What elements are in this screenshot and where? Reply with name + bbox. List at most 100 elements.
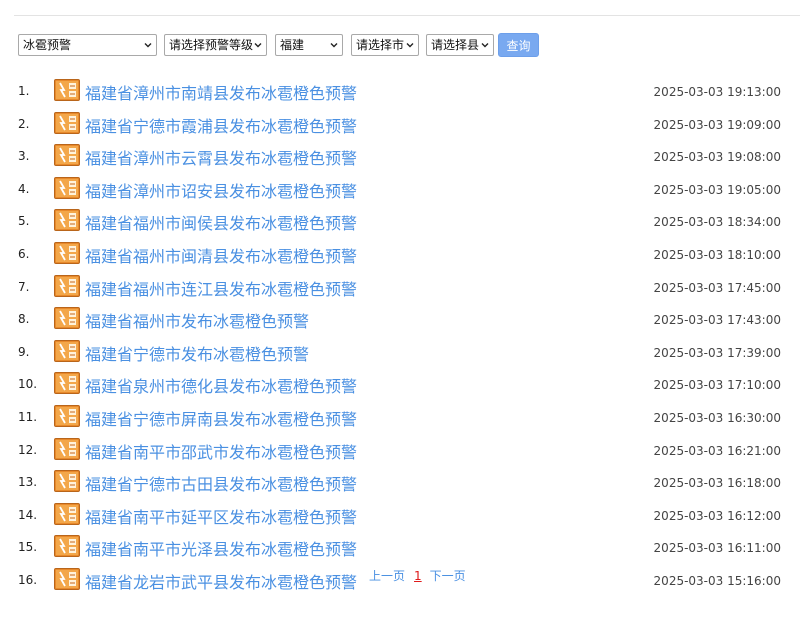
- orange-warning-icon: [54, 307, 80, 330]
- orange-warning-icon: [54, 144, 80, 167]
- alert-time: 2025-03-03 16:30:00: [653, 411, 781, 425]
- warning-type-value: 冰雹预警: [23, 38, 72, 52]
- orange-warning-icon: [54, 372, 80, 395]
- item-index: 7.: [18, 279, 30, 294]
- list-item: 9. 福建省宁德市发布冰雹橙色预警 2025-03-03 17:39:00: [0, 337, 800, 370]
- alert-title-link[interactable]: 福建省福州市连江县发布冰雹橙色预警: [85, 276, 357, 300]
- item-index: 11.: [18, 410, 38, 424]
- list-item: 7. 福建省福州市连江县发布冰雹橙色预警 2025-03-03 17:45:00: [0, 272, 800, 305]
- chevron-down-icon: [481, 43, 489, 48]
- item-index: 1.: [18, 84, 30, 98]
- alert-time: 2025-03-03 17:43:00: [653, 313, 781, 328]
- chevron-down-icon: [406, 43, 414, 48]
- alert-time: 2025-03-03 18:34:00: [653, 215, 781, 230]
- item-index: 9.: [18, 344, 30, 359]
- alert-time: 2025-03-03 19:05:00: [653, 182, 781, 197]
- alert-time: 2025-03-03 19:13:00: [653, 85, 781, 99]
- city-value: 请选择市: [356, 38, 405, 52]
- orange-warning-icon: [54, 535, 80, 558]
- orange-warning-icon: [54, 111, 80, 134]
- alert-time: 2025-03-03 15:16:00: [653, 574, 781, 588]
- warning-level-select[interactable]: 请选择预警等级: [164, 34, 267, 56]
- alert-title-link[interactable]: 福建省漳州市云霄县发布冰雹橙色预警: [85, 145, 357, 169]
- county-value: 请选择县: [431, 38, 480, 52]
- orange-warning-icon: [54, 502, 80, 525]
- list-item: 5. 福建省福州市闽侯县发布冰雹橙色预警 2025-03-03 18:34:00: [0, 206, 800, 239]
- alert-time: 2025-03-03 19:09:00: [653, 117, 781, 132]
- item-index: 6.: [18, 247, 30, 261]
- alert-time: 2025-03-03 16:12:00: [653, 508, 781, 523]
- list-item: 10. 福建省泉州市德化县发布冰雹橙色预警 2025-03-03 17:10:0…: [0, 369, 800, 402]
- prev-page-link[interactable]: 上一页: [369, 569, 405, 583]
- orange-warning-icon: [54, 274, 80, 297]
- alert-title-link[interactable]: 福建省福州市闽侯县发布冰雹橙色预警: [85, 210, 357, 234]
- list-item: 1. 福建省漳州市南靖县发布冰雹橙色预警 2025-03-03 19:13:00: [0, 76, 800, 109]
- orange-warning-icon: [54, 339, 80, 362]
- current-page-link[interactable]: 1: [414, 569, 422, 583]
- chevron-down-icon: [144, 43, 152, 48]
- item-index: 16.: [18, 573, 38, 587]
- item-index: 12.: [18, 442, 38, 457]
- query-button[interactable]: 查询: [498, 33, 539, 57]
- alert-time: 2025-03-03 16:21:00: [653, 443, 781, 458]
- item-index: 10.: [18, 377, 38, 392]
- chevron-down-icon: [330, 43, 338, 48]
- alert-title-link[interactable]: 福建省漳州市南靖县发布冰雹橙色预警: [85, 80, 357, 104]
- alert-title-link[interactable]: 福建省宁德市屏南县发布冰雹橙色预警: [85, 406, 357, 430]
- list-item: 6. 福建省福州市闽清县发布冰雹橙色预警 2025-03-03 18:10:00: [0, 239, 800, 272]
- alert-title-link[interactable]: 福建省漳州市诏安县发布冰雹橙色预警: [85, 178, 357, 202]
- alert-time: 2025-03-03 17:10:00: [653, 378, 781, 393]
- alert-time: 2025-03-03 16:11:00: [653, 541, 781, 556]
- item-index: 15.: [18, 540, 38, 555]
- list-item: 15. 福建省南平市光泽县发布冰雹橙色预警 2025-03-03 16:11:0…: [0, 532, 800, 565]
- warning-level-value: 请选择预警等级: [169, 38, 254, 52]
- list-item: 13. 福建省宁德市古田县发布冰雹橙色预警 2025-03-03 16:18:0…: [0, 467, 800, 500]
- item-index: 14.: [18, 507, 38, 522]
- alert-title-link[interactable]: 福建省南平市延平区发布冰雹橙色预警: [85, 504, 357, 528]
- county-select[interactable]: 请选择县: [426, 34, 494, 56]
- alert-title-link[interactable]: 福建省龙岩市武平县发布冰雹橙色预警: [85, 569, 357, 593]
- orange-warning-icon: [54, 209, 80, 232]
- next-page-link[interactable]: 下一页: [430, 569, 466, 583]
- alert-time: 2025-03-03 19:08:00: [653, 150, 781, 165]
- list-item: 3. 福建省漳州市云霄县发布冰雹橙色预警 2025-03-03 19:08:00: [0, 141, 800, 174]
- list-item: 4. 福建省漳州市诏安县发布冰雹橙色预警 2025-03-03 19:05:00: [0, 174, 800, 207]
- item-index: 5.: [18, 214, 30, 229]
- list-item: 14. 福建省南平市延平区发布冰雹橙色预警 2025-03-03 16:12:0…: [0, 500, 800, 533]
- top-divider: [14, 15, 800, 16]
- alert-title-link[interactable]: 福建省宁德市古田县发布冰雹橙色预警: [85, 471, 357, 495]
- alert-title-link[interactable]: 福建省南平市光泽县发布冰雹橙色预警: [85, 536, 357, 560]
- item-index: 8.: [18, 312, 30, 327]
- list-item: 2. 福建省宁德市霞浦县发布冰雹橙色预警 2025-03-03 19:09:00: [0, 109, 800, 142]
- alert-title-link[interactable]: 福建省宁德市霞浦县发布冰雹橙色预警: [85, 113, 357, 137]
- item-index: 4.: [18, 181, 30, 196]
- alert-title-link[interactable]: 福建省南平市邵武市发布冰雹橙色预警: [85, 439, 357, 463]
- city-select[interactable]: 请选择市: [351, 34, 419, 56]
- alert-time: 2025-03-03 17:45:00: [653, 280, 781, 295]
- list-item: 11. 福建省宁德市屏南县发布冰雹橙色预警 2025-03-03 16:30:0…: [0, 402, 800, 435]
- alert-time: 2025-03-03 17:39:00: [653, 345, 781, 360]
- orange-warning-icon: [54, 405, 80, 427]
- orange-warning-icon: [54, 242, 80, 264]
- pagination: 上一页 1 下一页: [369, 567, 466, 584]
- alert-time: 2025-03-03 18:10:00: [653, 248, 781, 262]
- alert-title-link[interactable]: 福建省福州市闽清县发布冰雹橙色预警: [85, 243, 357, 267]
- orange-warning-icon: [54, 176, 80, 199]
- item-index: 3.: [18, 149, 30, 164]
- list-item: 8. 福建省福州市发布冰雹橙色预警 2025-03-03 17:43:00: [0, 304, 800, 337]
- alert-title-link[interactable]: 福建省宁德市发布冰雹橙色预警: [85, 341, 309, 365]
- orange-warning-icon: [54, 437, 80, 460]
- alert-title-link[interactable]: 福建省福州市发布冰雹橙色预警: [85, 308, 309, 332]
- chevron-down-icon: [254, 43, 262, 48]
- item-index: 13.: [18, 475, 38, 490]
- province-value: 福建: [280, 38, 305, 52]
- alert-title-link[interactable]: 福建省泉州市德化县发布冰雹橙色预警: [85, 373, 357, 397]
- warning-type-select[interactable]: 冰雹预警: [18, 34, 157, 56]
- orange-warning-icon: [54, 79, 80, 101]
- item-index: 2.: [18, 116, 30, 131]
- alert-time: 2025-03-03 16:18:00: [653, 476, 781, 491]
- list-item: 12. 福建省南平市邵武市发布冰雹橙色预警 2025-03-03 16:21:0…: [0, 435, 800, 468]
- province-select[interactable]: 福建: [275, 34, 343, 56]
- orange-warning-icon: [54, 470, 80, 493]
- orange-warning-icon: [54, 568, 80, 590]
